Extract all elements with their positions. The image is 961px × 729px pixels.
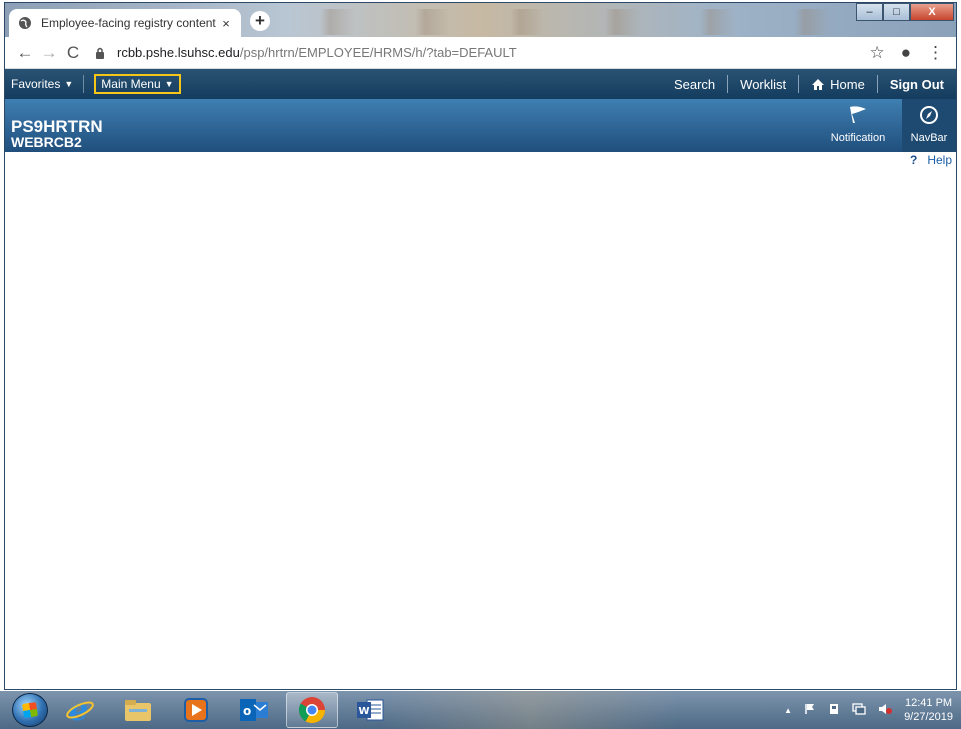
word-icon[interactable]: W bbox=[344, 692, 396, 728]
help-label: Help bbox=[927, 153, 952, 167]
favorites-label: Favorites bbox=[11, 77, 61, 91]
address-bar: ← → C rcbb.pshe.lsuhsc.edu /psp/hrtrn/EM… bbox=[5, 37, 956, 69]
tab-close-icon[interactable]: × bbox=[219, 16, 233, 31]
main-menu[interactable]: Main Menu ▼ bbox=[94, 74, 181, 94]
help-icon: ? bbox=[909, 153, 918, 167]
file-explorer-icon[interactable] bbox=[112, 692, 164, 728]
clock-time: 12:41 PM bbox=[904, 697, 953, 709]
main-menu-label: Main Menu bbox=[101, 77, 161, 91]
svg-text:o: o bbox=[243, 704, 251, 718]
back-button[interactable]: ← bbox=[13, 43, 37, 63]
lock-icon bbox=[95, 47, 111, 59]
tray-expand-icon[interactable]: ▲ bbox=[784, 706, 792, 715]
close-window-button[interactable]: X bbox=[910, 3, 954, 21]
url-field[interactable]: rcbb.pshe.lsuhsc.edu /psp/hrtrn/EMPLOYEE… bbox=[95, 45, 869, 60]
clock-date: 9/27/2019 bbox=[904, 711, 953, 723]
nav-divider bbox=[83, 75, 85, 93]
peoplesoft-banner: PS9HRTRN WEBRCB2 Notification NavBar bbox=[5, 99, 956, 152]
home-label: Home bbox=[830, 76, 865, 92]
page-content bbox=[5, 168, 956, 688]
chevron-down-icon: ▼ bbox=[164, 79, 174, 89]
maximize-button[interactable]: □ bbox=[883, 3, 910, 21]
worklist-link[interactable]: Worklist bbox=[728, 77, 798, 92]
bookmark-star-icon[interactable]: ☆ bbox=[869, 43, 884, 63]
start-button[interactable] bbox=[12, 693, 48, 727]
network-icon[interactable] bbox=[852, 702, 866, 718]
server-name: WEBRCB2 bbox=[11, 134, 82, 150]
new-tab-button[interactable]: + bbox=[250, 11, 270, 31]
browser-window: Employee-facing registry content × + – □… bbox=[4, 2, 957, 690]
media-player-icon[interactable] bbox=[170, 692, 222, 728]
flag-icon bbox=[850, 106, 866, 123]
action-center-flag-icon[interactable] bbox=[804, 703, 816, 718]
chrome-icon[interactable] bbox=[286, 692, 338, 728]
system-tray: ▲ 12:41 PM 9/27/2019 bbox=[778, 691, 961, 729]
help-link[interactable]: ? Help bbox=[910, 153, 952, 167]
internet-explorer-icon[interactable]: e bbox=[54, 692, 106, 728]
clock[interactable]: 12:41 PM 9/27/2019 bbox=[904, 696, 953, 724]
device-icon[interactable] bbox=[828, 703, 840, 718]
tab-strip: Employee-facing registry content × + – □… bbox=[5, 3, 956, 37]
url-host: rcbb.pshe.lsuhsc.edu bbox=[117, 45, 240, 60]
search-link[interactable]: Search bbox=[662, 77, 727, 92]
compass-icon bbox=[920, 106, 938, 124]
minimize-button[interactable]: – bbox=[856, 3, 883, 21]
home-icon bbox=[812, 78, 825, 90]
navbar-button[interactable]: NavBar bbox=[902, 99, 956, 152]
account-icon[interactable]: ● bbox=[901, 43, 911, 63]
chevron-down-icon: ▼ bbox=[64, 79, 74, 89]
notification-button[interactable]: Notification bbox=[828, 105, 888, 144]
notification-label: Notification bbox=[830, 132, 886, 144]
reload-button[interactable]: C bbox=[61, 43, 85, 63]
browser-tab[interactable]: Employee-facing registry content × bbox=[9, 9, 241, 37]
home-link[interactable]: Home bbox=[799, 77, 877, 92]
outlook-icon[interactable]: o bbox=[228, 692, 280, 728]
sign-out-link[interactable]: Sign Out bbox=[878, 77, 956, 92]
svg-text:W: W bbox=[359, 706, 370, 717]
navbar-label: NavBar bbox=[910, 132, 948, 144]
browser-menu-icon[interactable]: ⋮ bbox=[927, 43, 944, 63]
url-path: /psp/hrtrn/EMPLOYEE/HRMS/h/?tab=DEFAULT bbox=[239, 45, 517, 60]
windows-taskbar: e o W ▲ 12:41 PM 9/27/2019 bbox=[0, 691, 961, 729]
tab-title: Employee-facing registry content bbox=[41, 16, 216, 30]
peoplesoft-top-nav: Favorites ▼ Main Menu ▼ Search Worklist Ho… bbox=[5, 69, 956, 99]
database-name: PS9HRTRN bbox=[11, 117, 103, 136]
window-controls: – □ X bbox=[856, 3, 954, 21]
forward-button[interactable]: → bbox=[37, 43, 61, 63]
globe-icon bbox=[17, 15, 33, 31]
volume-muted-icon[interactable] bbox=[878, 703, 893, 718]
favorites-menu[interactable]: Favorites ▼ bbox=[11, 77, 73, 91]
